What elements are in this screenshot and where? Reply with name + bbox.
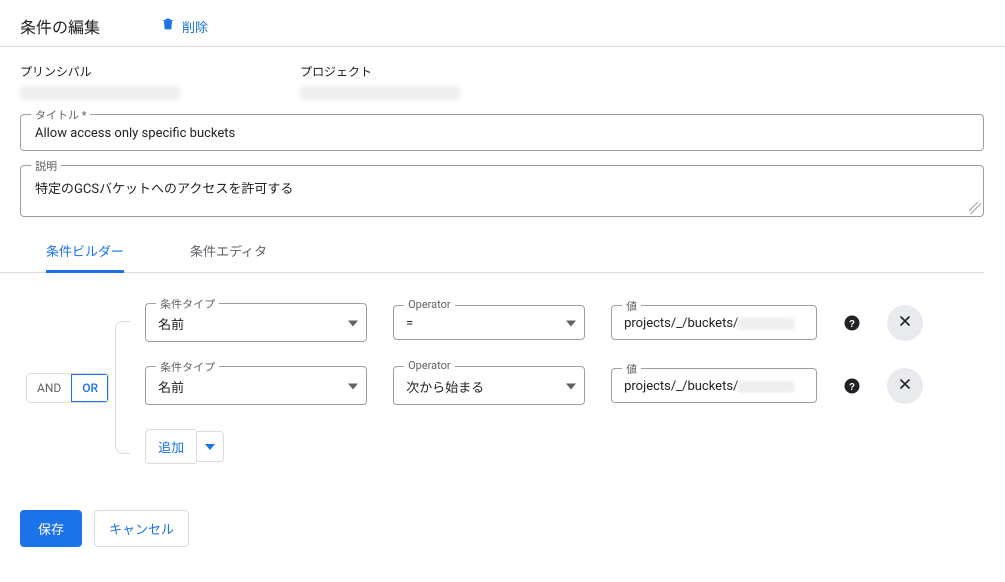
caret-down-icon [566, 315, 576, 330]
tab-builder[interactable]: 条件ビルダー [46, 241, 124, 273]
caret-down-icon [348, 378, 358, 393]
value-input[interactable]: 値 projects/_/buckets/ [611, 305, 817, 340]
condition-type-value: 名前 [158, 314, 336, 333]
remove-condition-button[interactable] [887, 368, 923, 404]
description-label: 説明 [31, 158, 61, 174]
close-icon [897, 313, 913, 333]
bracket-connector [115, 303, 145, 464]
delete-label: 削除 [182, 17, 208, 36]
title-label: タイトル * [31, 107, 90, 123]
close-icon [897, 376, 913, 396]
logic-toggle: AND OR [26, 373, 109, 403]
condition-type-value: 名前 [158, 377, 336, 396]
operator-label: Operator [404, 298, 455, 311]
condition-type-label: 条件タイプ [156, 296, 219, 312]
caret-down-icon [348, 315, 358, 330]
value-label: 値 [622, 361, 641, 377]
resize-handle-icon[interactable] [969, 202, 981, 214]
trash-icon [160, 16, 176, 36]
help-icon[interactable]: ? [843, 314, 861, 332]
value-text: projects/_/buckets/ [624, 379, 806, 394]
logic-and[interactable]: AND [27, 374, 71, 402]
add-condition-button[interactable]: 追加 [145, 429, 196, 464]
operator-select[interactable]: Operator = [393, 305, 585, 340]
condition-type-select[interactable]: 条件タイプ 名前 [145, 366, 367, 405]
project-label: プロジェクト [300, 63, 460, 80]
operator-select[interactable]: Operator 次から始まる [393, 366, 585, 405]
operator-value: = [406, 316, 554, 331]
value-input[interactable]: 値 projects/_/buckets/ [611, 368, 817, 403]
save-button[interactable]: 保存 [20, 510, 82, 547]
description-field[interactable]: 説明 [20, 165, 984, 217]
add-condition-dropdown[interactable] [196, 431, 224, 462]
svg-text:?: ? [849, 381, 855, 392]
description-input[interactable] [33, 176, 971, 206]
value-text: projects/_/buckets/ [624, 316, 806, 331]
condition-type-select[interactable]: 条件タイプ 名前 [145, 303, 367, 342]
operator-value: 次から始まる [406, 377, 554, 396]
principal-label: プリンシパル [20, 63, 180, 80]
operator-label: Operator [404, 359, 455, 372]
value-label: 値 [622, 298, 641, 314]
cancel-button[interactable]: キャンセル [94, 510, 189, 547]
delete-button[interactable]: 削除 [160, 16, 208, 36]
caret-down-icon [566, 378, 576, 393]
page-title: 条件の編集 [20, 14, 100, 38]
tab-editor[interactable]: 条件エディタ [190, 241, 267, 272]
project-value-redacted [300, 86, 460, 100]
principal-value-redacted [20, 86, 180, 100]
logic-or[interactable]: OR [71, 374, 108, 402]
condition-type-label: 条件タイプ [156, 359, 219, 375]
title-input[interactable] [33, 125, 971, 142]
title-field[interactable]: タイトル * [20, 114, 984, 151]
caret-down-icon [205, 439, 215, 454]
condition-row: 条件タイプ 名前 Operator = 値 projects/_/buckets… [145, 303, 923, 342]
condition-row: 条件タイプ 名前 Operator 次から始まる 値 projects/_/bu… [145, 366, 923, 405]
svg-text:?: ? [849, 318, 855, 329]
remove-condition-button[interactable] [887, 305, 923, 341]
help-icon[interactable]: ? [843, 377, 861, 395]
